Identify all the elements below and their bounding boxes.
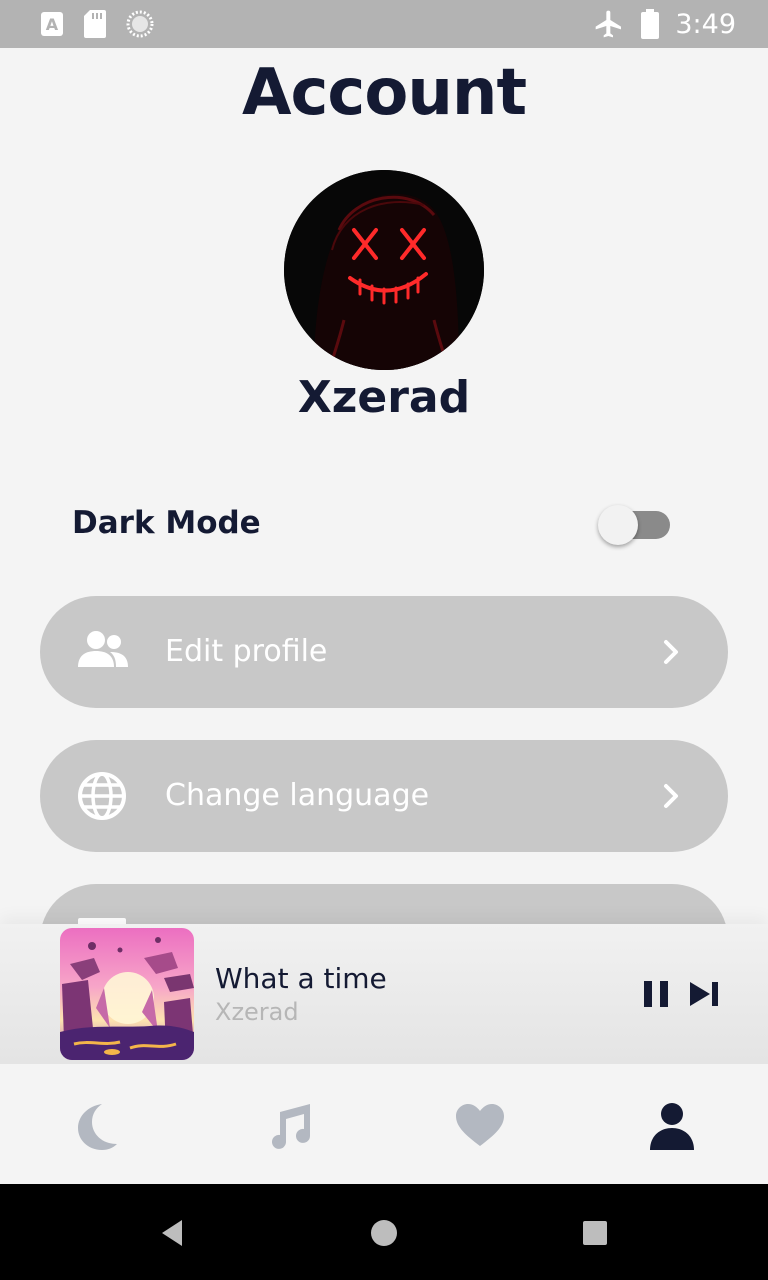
heart-icon	[456, 1104, 504, 1146]
home-icon[interactable]	[369, 1218, 399, 1248]
chevron-right-icon	[664, 640, 678, 664]
album-art-image	[60, 928, 194, 1060]
moon-icon	[78, 1104, 117, 1150]
person-icon	[650, 1103, 694, 1150]
dark-mode-label: Dark Mode	[72, 505, 261, 541]
page-title: Account	[241, 56, 527, 130]
edit-profile-button[interactable]: Edit profile	[40, 596, 728, 708]
username: Xzerad	[297, 372, 471, 423]
dark-mode-toggle[interactable]	[598, 505, 672, 545]
toggle-knob	[598, 505, 638, 545]
menu-item-label: Change language	[165, 778, 430, 813]
notification-icons: A	[40, 10, 154, 38]
chevron-right-icon	[664, 784, 678, 808]
text-a-icon: A	[41, 12, 63, 36]
sync-icon	[126, 10, 154, 38]
mini-player[interactable]: What a time Xzerad	[0, 924, 768, 1064]
sd-card-icon	[84, 10, 106, 38]
change-language-button[interactable]: Change language	[40, 740, 728, 852]
skip-next-button[interactable]	[688, 978, 722, 1010]
system-status: 3:49	[593, 6, 736, 42]
menu-item-label: Edit profile	[165, 634, 328, 669]
clock: 3:49	[675, 8, 736, 40]
nav-item-account[interactable]	[576, 1064, 768, 1184]
back-icon[interactable]	[158, 1218, 188, 1248]
album-art[interactable]	[60, 928, 194, 1060]
battery-icon	[641, 9, 660, 39]
avatar-image	[284, 170, 484, 370]
globe-icon	[78, 772, 126, 820]
airplane-icon	[596, 10, 622, 38]
pause-button[interactable]	[640, 978, 672, 1010]
track-title: What a time	[215, 962, 387, 995]
status-bar: A 3:49	[0, 0, 768, 48]
recents-icon[interactable]	[580, 1218, 610, 1248]
system-nav-bar	[0, 1184, 768, 1280]
nav-item-favorites[interactable]	[384, 1064, 576, 1184]
users-icon	[78, 631, 128, 667]
track-artist: Xzerad	[215, 998, 299, 1026]
svg-text:A: A	[46, 15, 59, 34]
nav-item-sleep[interactable]	[0, 1064, 192, 1184]
avatar[interactable]	[284, 170, 484, 370]
music-note-icon	[272, 1104, 310, 1149]
bottom-nav	[0, 1064, 768, 1184]
nav-item-music[interactable]	[192, 1064, 384, 1184]
